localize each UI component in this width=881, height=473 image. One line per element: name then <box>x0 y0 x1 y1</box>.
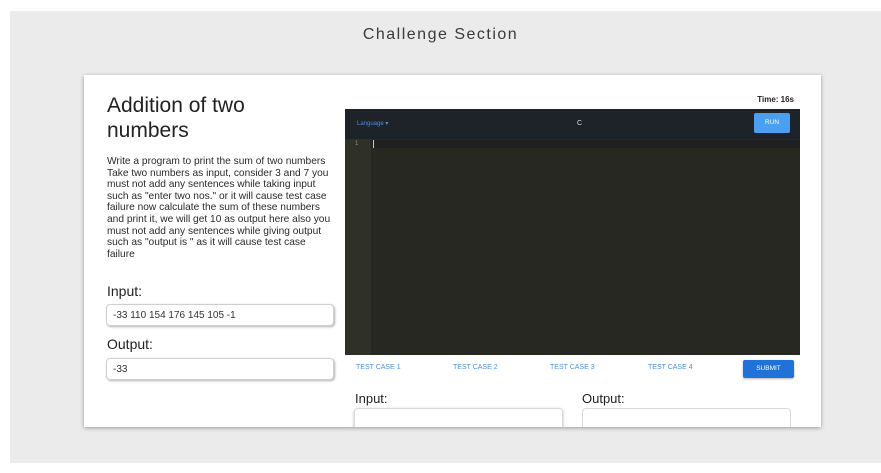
editor-toolbar: Language ▾ C RUN <box>345 109 800 139</box>
tab-test-case-2[interactable]: TEST CASE 2 <box>453 364 498 371</box>
test-input-box[interactable] <box>354 408 563 427</box>
text-cursor <box>373 140 374 148</box>
editor-gutter <box>345 139 371 355</box>
sample-input-label: Input: <box>107 283 143 299</box>
test-output-label: Output: <box>582 391 625 406</box>
active-line-highlight <box>371 140 800 148</box>
test-input-label: Input: <box>355 391 388 406</box>
submit-button[interactable]: SUBMIT <box>743 360 794 378</box>
sample-output-label: Output: <box>107 336 153 352</box>
timer: Time: 16s <box>757 95 794 104</box>
sample-output-box: -33 <box>106 358 334 380</box>
code-editor[interactable]: Language ▾ C RUN 1 <box>345 109 800 355</box>
tab-test-case-1[interactable]: TEST CASE 1 <box>356 364 401 371</box>
section-title: Challenge Section <box>362 26 519 43</box>
run-button[interactable]: RUN <box>754 113 790 133</box>
selected-language: C <box>577 120 583 127</box>
challenge-card: Addition of two numbers Write a program … <box>84 75 821 427</box>
sample-input-box: -33 110 154 176 145 105 -1 <box>106 304 334 326</box>
tab-test-case-3[interactable]: TEST CASE 3 <box>550 364 595 371</box>
language-dropdown[interactable]: Language ▾ <box>357 120 388 127</box>
test-case-tabs: TEST CASE 1 TEST CASE 2 TEST CASE 3 TEST… <box>345 360 805 380</box>
problem-title: Addition of two numbers <box>107 94 245 142</box>
tab-test-case-4[interactable]: TEST CASE 4 <box>648 364 693 371</box>
test-output-box <box>582 408 791 427</box>
problem-description: Write a program to print the sum of two … <box>107 156 331 260</box>
line-number: 1 <box>355 141 359 147</box>
